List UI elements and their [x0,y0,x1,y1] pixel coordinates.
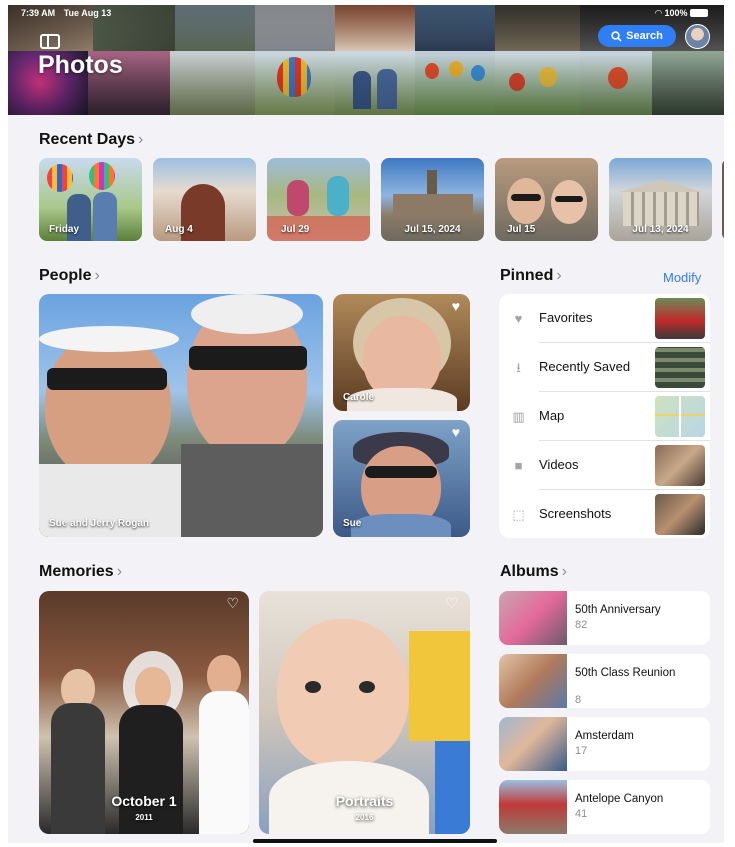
album-thumbnail [499,591,567,645]
chevron-right-icon: › [116,563,123,580]
video-camera-icon: ■ [514,458,523,473]
memories-heading[interactable]: Memories › [39,563,122,581]
person-card[interactable]: ♥ Sue [333,420,470,537]
chevron-right-icon: › [138,131,144,148]
battery-percent: 100% [664,8,688,18]
status-date: Tue Aug 13 [63,8,112,18]
search-icon [611,30,622,42]
pinned-thumbnail [655,347,705,388]
pinned-item-label: Recently Saved [539,359,631,374]
wifi-icon: ◠ [655,8,662,18]
person-card[interactable]: ♥ Carole [333,294,470,411]
chevron-right-icon: › [556,267,562,284]
recent-day-label: Jul 15, 2024 [404,224,461,235]
album-thumbnail [499,780,567,834]
home-indicator[interactable] [253,839,497,843]
heart-outline-icon[interactable]: ♡ [226,595,239,612]
map-icon: ▥ [512,409,525,424]
pinned-item-favorites[interactable]: ♥ Favorites [499,294,710,343]
album-row[interactable]: Amsterdam 17 [499,717,710,771]
album-name: Amsterdam [575,730,634,742]
pinned-item-label: Screenshots [539,506,612,521]
people-heading[interactable]: People › [39,267,100,285]
status-time: 7:39 AM [21,8,56,18]
recent-day-label: Aug 4 [165,224,193,235]
profile-avatar[interactable] [685,24,710,49]
recent-day-card[interactable]: Jul 15, 2024 [381,158,484,241]
heart-icon[interactable]: ♥ [452,298,460,314]
album-row[interactable]: Antelope Canyon 41 [499,780,710,834]
screenshot-icon: ⬚ [512,507,525,522]
recent-day-card[interactable] [722,158,724,241]
person-card[interactable]: Sue and Jerry Rogan [39,294,323,537]
pinned-item-videos[interactable]: ■ Videos [499,441,710,490]
memory-title: Portraits [335,793,394,809]
album-row[interactable]: 50th Anniversary 82 [499,591,710,645]
recent-day-card[interactable]: Jul 29 [267,158,370,241]
chevron-right-icon: › [94,267,100,284]
album-count: 17 [575,745,588,757]
pinned-item-screenshots[interactable]: ⬚ Screenshots [499,490,710,538]
recent-day-card[interactable]: Friday [39,158,142,241]
modify-button[interactable]: Modify [663,270,701,285]
albums-heading[interactable]: Albums › [500,563,567,581]
pinned-item-label: Favorites [539,310,593,325]
pinned-item-label: Map [539,408,565,423]
album-row[interactable]: 50th Class Reunion 8 [499,654,710,708]
memory-subtitle: 2016 [355,813,374,822]
chevron-right-icon: › [561,563,567,580]
recent-day-label: Jul 29 [281,224,310,235]
recent-day-card[interactable]: Jul 13, 2024 [609,158,712,241]
recent-day-label: Jul 13, 2024 [632,224,689,235]
recent-days-heading[interactable]: Recent Days › [39,131,143,149]
pinned-item-recently-saved[interactable]: ⭳ Recently Saved [499,343,710,392]
page-title: Photos [38,51,123,79]
heart-outline-icon[interactable]: ♡ [445,595,458,612]
pinned-thumbnail [655,445,705,486]
album-thumbnail [499,654,567,708]
download-tray-icon: ⭳ [516,360,521,375]
recent-day-card[interactable]: Aug 4 [153,158,256,241]
heart-icon[interactable]: ♥ [452,424,460,440]
person-name: Sue [343,518,362,529]
battery-icon [689,9,708,17]
album-name: 50th Anniversary [575,604,661,616]
header-photo-mosaic[interactable]: 7:39 AM Tue Aug 13 ◠ 100% Photos Search [8,5,724,115]
pinned-item-map[interactable]: ▥ Map [499,392,710,441]
pinned-thumbnail [655,494,705,535]
memory-card[interactable]: ♡ Portraits 2016 [259,591,470,834]
memory-title: October 1 [111,793,177,809]
album-thumbnail [499,717,567,771]
photos-app-screen: 7:39 AM Tue Aug 13 ◠ 100% Photos Search … [8,5,724,843]
album-count: 8 [575,694,582,706]
search-button[interactable]: Search [598,25,676,47]
recent-day-label: Friday [49,224,80,235]
recent-day-card[interactable]: Jul 15 [495,158,598,241]
search-button-label: Search [626,30,663,42]
person-name: Carole [343,392,375,403]
album-name: 50th Class Reunion [575,667,676,679]
pinned-thumbnail [655,396,705,437]
pinned-item-label: Videos [539,457,579,472]
memory-card[interactable]: ♡ October 1 2011 [39,591,249,834]
person-name: Sue and Jerry Rogan [49,518,150,529]
pinned-heading[interactable]: Pinned › [500,267,562,285]
memory-subtitle: 2011 [135,813,153,822]
recent-day-label: Jul 15 [507,224,536,235]
sidebar-toggle-icon[interactable] [40,34,60,49]
heart-icon: ♥ [514,311,523,326]
album-name: Antelope Canyon [575,793,664,805]
pinned-thumbnail [655,298,705,339]
album-count: 82 [575,619,588,631]
album-count: 41 [575,808,588,820]
pinned-list: ♥ Favorites ⭳ Recently Saved ▥ Map ■ Vid… [499,294,710,538]
